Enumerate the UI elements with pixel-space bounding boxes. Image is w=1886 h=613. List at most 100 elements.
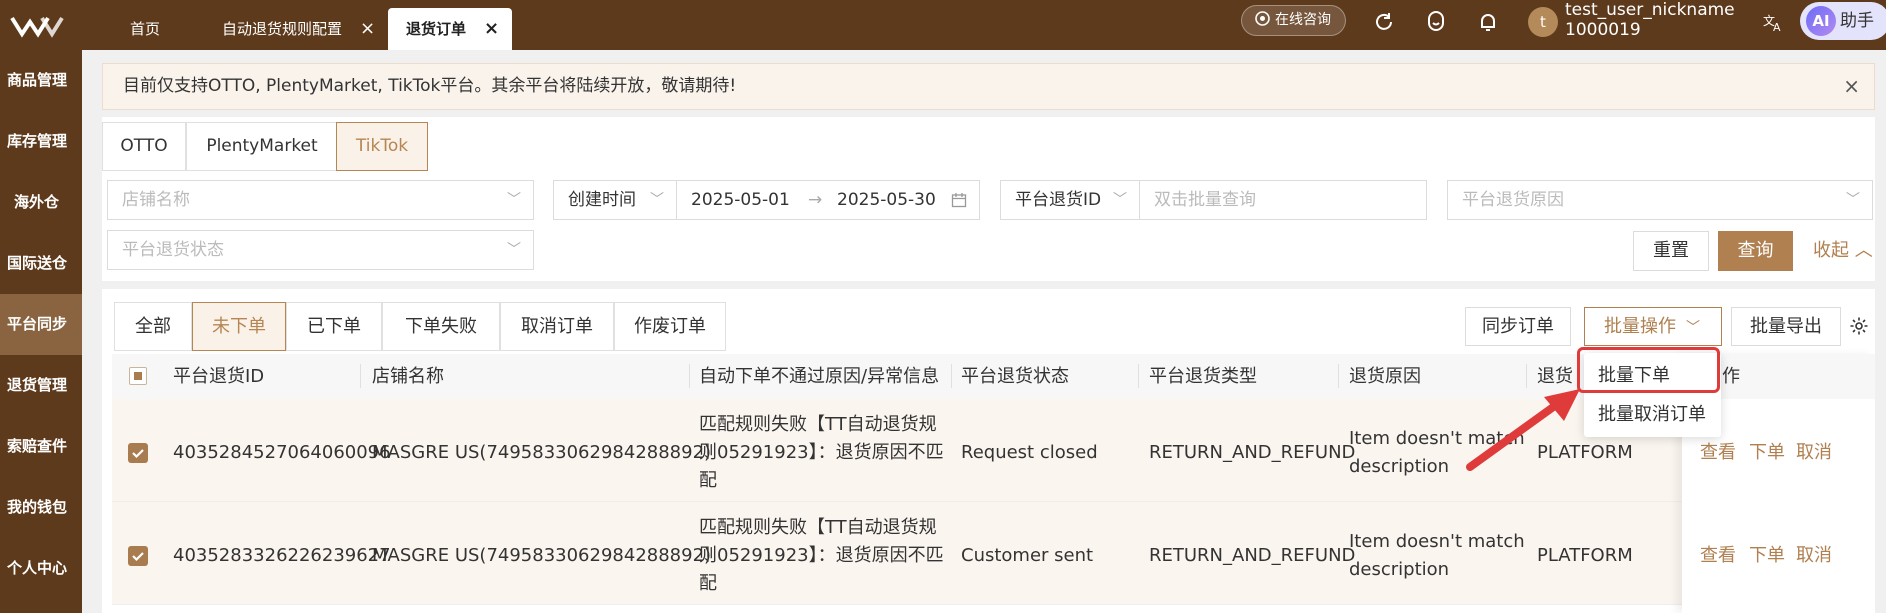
cell-store-name: MASGRE US(7495833062984288892) [372, 545, 712, 566]
tab-auto-return-rules[interactable]: 自动退货规则配置 × [204, 8, 390, 50]
sidebar-item-inventory[interactable]: 库存管理 [0, 111, 82, 172]
header-return-status: 平台退货状态 [961, 366, 1069, 387]
return-status-select[interactable]: 平台退货状态 ﹀ [107, 230, 534, 270]
sidebar-item-overseas-warehouse[interactable]: 海外仓 [0, 172, 82, 233]
cell-failure-reason: 匹配规则失败【TT自动退货规 则05291923】：退货原因不匹 配 [699, 514, 944, 598]
service-icon[interactable] [1424, 10, 1448, 34]
status-tab-failed[interactable]: 下单失败 [382, 302, 500, 351]
status-tab-cancelled[interactable]: 取消订单 [500, 302, 614, 351]
cancel-link[interactable]: 取消 [1796, 542, 1832, 570]
place-order-link[interactable]: 下单 [1749, 542, 1785, 570]
query-button[interactable]: 查询 [1718, 231, 1793, 271]
chevron-down-icon: ﹀ [507, 192, 521, 208]
chevron-down-icon: ﹀ [1686, 320, 1700, 336]
notice-text: 目前仅支持OTTO, PlentyMarket, TikTok平台。其余平台将陆… [123, 76, 737, 96]
store-select[interactable]: 店铺名称 ﹀ [107, 180, 534, 220]
ai-icon: AI [1806, 6, 1836, 36]
date-end: 2025-05-30 [837, 190, 936, 210]
sidebar-item-wallet[interactable]: 我的钱包 [0, 477, 82, 538]
header-return-type: 平台退货类型 [1149, 366, 1257, 387]
notice-banner: 目前仅支持OTTO, PlentyMarket, TikTok平台。其余平台将陆… [102, 63, 1875, 110]
place-order-link[interactable]: 下单 [1749, 439, 1785, 467]
view-link[interactable]: 查看 [1700, 542, 1736, 570]
close-icon[interactable]: × [1843, 64, 1860, 109]
reason-line: 匹配规则失败【TT自动退货规 [699, 414, 937, 435]
sidebar-item-claims[interactable]: 索赔查件 [0, 416, 82, 477]
translate-icon[interactable]: 文A [1761, 10, 1785, 34]
highlight-box [1577, 347, 1720, 393]
reason-placeholder: 平台退货原因 [1462, 190, 1564, 210]
sidebar-item-returns[interactable]: 退货管理 [0, 355, 82, 416]
date-type-label: 创建时间 [568, 190, 636, 210]
tab-return-orders[interactable]: 退货订单 × [388, 8, 512, 50]
tab-home[interactable]: 首页 [112, 8, 204, 50]
menu-item-batch-cancel[interactable]: 批量取消订单 [1584, 396, 1721, 434]
refresh-icon[interactable] [1372, 10, 1396, 34]
user-info[interactable]: test_user_nickname 1000019 [1565, 0, 1735, 40]
calendar-icon [951, 193, 967, 208]
collapse-toggle[interactable]: 收起 ︿ [1813, 241, 1873, 261]
batch-export-button[interactable]: 批量导出 [1731, 307, 1841, 346]
close-icon[interactable]: × [484, 18, 499, 39]
bell-icon[interactable] [1476, 10, 1500, 34]
sync-orders-button[interactable]: 同步订单 [1465, 307, 1571, 346]
ai-assistant-button[interactable]: AI 助手 [1800, 2, 1886, 40]
status-tab-all[interactable]: 全部 [114, 302, 192, 351]
return-reason-select[interactable]: 平台退货原因 ﹀ [1447, 180, 1873, 220]
sidebar-item-products[interactable]: 商品管理 [0, 50, 82, 111]
cell-return-status: Customer sent [961, 545, 1094, 566]
date-range-picker[interactable]: 2025-05-01 → 2025-05-30 [676, 180, 980, 220]
svg-text:A: A [1773, 21, 1781, 34]
platform-tab-tiktok[interactable]: TikTok [336, 122, 428, 171]
gear-icon[interactable] [1849, 316, 1869, 336]
cell-failure-reason: 匹配规则失败【TT自动退货规 则05291923】：退货原因不匹 配 [699, 411, 944, 495]
online-consult-button[interactable]: 在线咨询 [1241, 5, 1346, 36]
chevron-down-icon: ﹀ [1846, 192, 1860, 208]
cell-return-id: 4035284527064060096 [173, 442, 391, 463]
header-divider [1138, 364, 1139, 388]
sidebar-item-platform-sync[interactable]: 平台同步 [0, 294, 82, 355]
headset-icon [1255, 11, 1270, 26]
platform-tab-otto[interactable]: OTTO [102, 122, 186, 171]
store-placeholder: 店铺名称 [122, 190, 190, 210]
return-id-input[interactable]: 双击批量查询 [1139, 180, 1427, 220]
chevron-up-icon: ︿ [1854, 240, 1873, 261]
status-tab-voided[interactable]: 作废订单 [614, 302, 726, 351]
sidebar-item-intl-shipping[interactable]: 国际送仓 [0, 233, 82, 294]
date-type-select[interactable]: 创建时间 ﹀ [553, 180, 677, 220]
ai-label: 助手 [1840, 11, 1874, 31]
sidebar: 商品管理 库存管理 海外仓 国际送仓 平台同步 退货管理 索赔查件 我的钱包 个… [0, 50, 82, 613]
platform-tab-plentymarket[interactable]: PlentyMarket [186, 122, 338, 171]
status-tab-ordered[interactable]: 已下单 [286, 302, 382, 351]
status-tab-unordered[interactable]: 未下单 [192, 302, 286, 351]
reason-line: 匹配规则失败【TT自动退货规 [699, 517, 937, 538]
row-checkbox[interactable] [128, 546, 148, 566]
select-all-checkbox[interactable] [129, 367, 147, 385]
cancel-link[interactable]: 取消 [1796, 439, 1832, 467]
sidebar-item-profile[interactable]: 个人中心 [0, 538, 82, 599]
user-id: 1000019 [1565, 20, 1641, 40]
id-placeholder: 双击批量查询 [1154, 190, 1256, 210]
collapse-label: 收起 [1813, 240, 1849, 261]
status-placeholder: 平台退货状态 [122, 240, 224, 260]
return-reason-line: description [1349, 559, 1450, 580]
header-divider [951, 364, 952, 388]
cell-return-source: PLATFORM [1537, 545, 1633, 566]
reason-line: 配 [699, 573, 717, 594]
view-link[interactable]: 查看 [1700, 439, 1736, 467]
reason-line: 配 [699, 470, 717, 491]
arrow-right-icon: → [808, 190, 823, 210]
logo-icon[interactable] [8, 8, 68, 42]
tab-label: 首页 [130, 20, 161, 38]
header-divider [360, 364, 361, 388]
row-checkbox[interactable] [128, 443, 148, 463]
reset-button[interactable]: 重置 [1633, 231, 1709, 271]
tab-label: 退货订单 [406, 20, 467, 38]
batch-actions-button[interactable]: 批量操作 ﹀ [1584, 307, 1722, 346]
check-icon [132, 552, 144, 562]
user-name: test_user_nickname [1565, 0, 1735, 20]
close-icon[interactable]: × [360, 18, 375, 39]
cell-return-reason: Item doesn't match description [1349, 528, 1525, 584]
id-type-select[interactable]: 平台退货ID ﹀ [1000, 180, 1140, 220]
avatar[interactable]: t [1528, 7, 1558, 37]
